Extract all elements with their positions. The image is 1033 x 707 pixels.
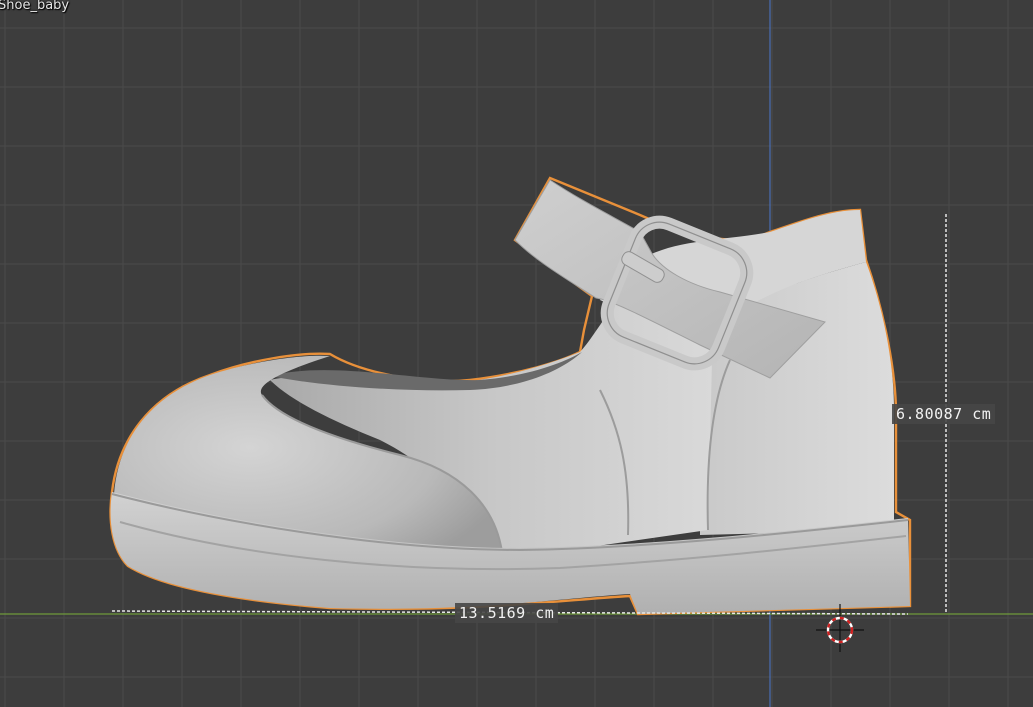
viewport-canvas[interactable] — [0, 0, 1033, 707]
3d-cursor-icon[interactable] — [816, 604, 864, 652]
3d-viewport[interactable]: Shoe_baby 6.80087 cm 13.5169 cm — [0, 0, 1033, 707]
height-measurement-label[interactable]: 6.80087 cm — [892, 404, 996, 424]
width-measurement-label[interactable]: 13.5169 cm — [455, 603, 559, 623]
shoe-model[interactable] — [109, 176, 912, 616]
object-name-label: Shoe_baby — [0, 0, 70, 13]
